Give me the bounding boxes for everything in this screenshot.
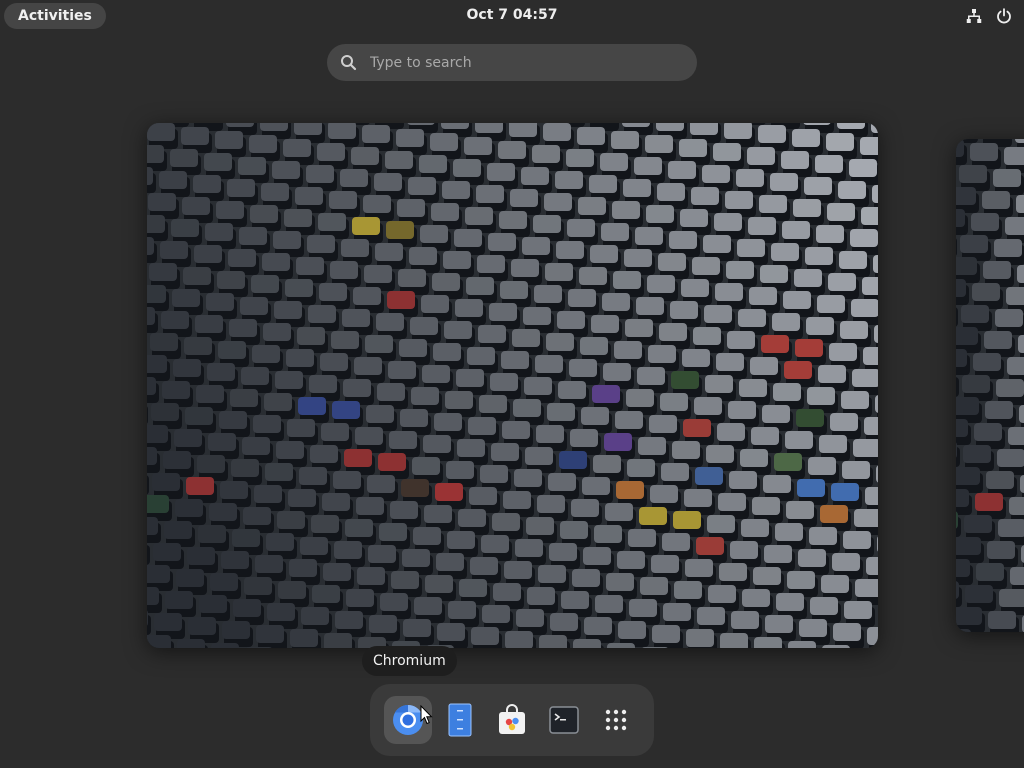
software-icon bbox=[499, 704, 525, 734]
dash bbox=[370, 684, 654, 756]
app-tooltip: Chromium bbox=[362, 646, 457, 676]
dash-item-show-apps[interactable] bbox=[592, 696, 640, 744]
search-bar[interactable] bbox=[327, 44, 697, 81]
app-grid-icon bbox=[605, 709, 627, 731]
mouse-cursor-icon bbox=[420, 705, 433, 725]
keyboard-wallpaper bbox=[147, 123, 878, 648]
activities-button[interactable]: Activities bbox=[4, 3, 106, 29]
search-icon bbox=[339, 54, 357, 72]
keyboard-wallpaper-next bbox=[956, 139, 1024, 632]
system-tray[interactable] bbox=[964, 6, 1014, 26]
dash-item-software[interactable] bbox=[488, 696, 536, 744]
network-icon[interactable] bbox=[964, 6, 984, 26]
text-editor-icon bbox=[448, 703, 472, 737]
clock: Oct 7 04:57 bbox=[0, 0, 1024, 32]
power-icon[interactable] bbox=[994, 6, 1014, 26]
clock-label[interactable]: Oct 7 04:57 bbox=[467, 7, 558, 23]
search-input[interactable] bbox=[368, 53, 672, 72]
workspace-thumbnail-next[interactable] bbox=[956, 139, 1024, 632]
gnome-overview: Activities Oct 7 04:57 Type to search Ch… bbox=[0, 0, 1024, 768]
dash-item-text-editor[interactable] bbox=[436, 696, 484, 744]
top-bar: Activities Oct 7 04:57 bbox=[0, 0, 1024, 32]
workspace-thumbnail-current[interactable] bbox=[147, 123, 878, 648]
terminal-icon bbox=[549, 706, 579, 734]
dash-item-terminal[interactable] bbox=[540, 696, 588, 744]
